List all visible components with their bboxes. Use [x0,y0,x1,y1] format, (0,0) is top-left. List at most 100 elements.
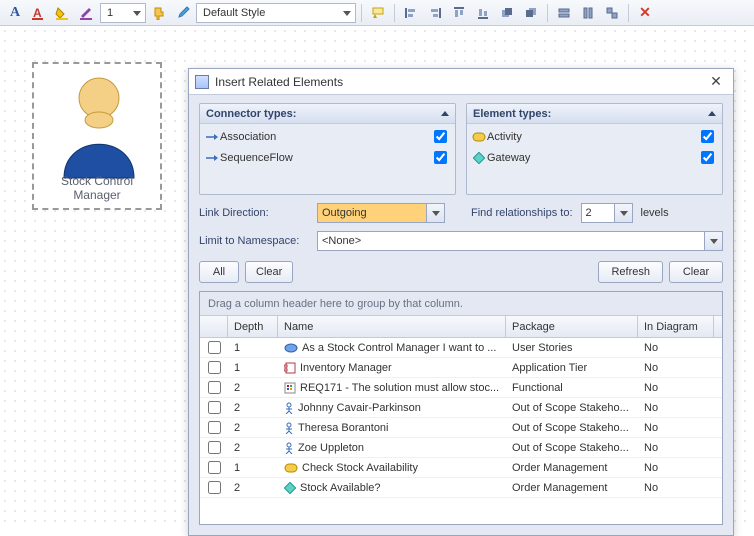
font-settings-button[interactable]: A [4,3,26,23]
svg-text:A: A [33,6,42,20]
row-checkbox[interactable] [208,461,221,474]
col-package[interactable]: Package [506,316,638,337]
row-icon [284,402,294,414]
same-height-button[interactable] [577,3,599,23]
close-icon[interactable]: ✕ [705,73,727,91]
table-row[interactable]: 2Theresa BorantoniOut of Scope Stakeho..… [200,418,722,438]
clear-button[interactable]: Clear [669,261,723,283]
levels-select[interactable]: 2 [581,203,633,223]
line-weight-selector[interactable]: 1 [100,3,146,23]
row-checkbox[interactable] [208,481,221,494]
row-checkbox[interactable] [208,381,221,394]
connector-checkbox[interactable] [434,130,447,143]
highlighter-button[interactable] [367,3,389,23]
clear-selection-button[interactable]: Clear [245,261,293,283]
row-icon [284,463,298,473]
same-size-button[interactable] [601,3,623,23]
connector-type-row[interactable]: Association [204,127,451,146]
send-back-button[interactable] [520,3,542,23]
row-in-diagram: No [638,422,714,434]
row-name: Check Stock Availability [278,462,506,474]
table-row[interactable]: 2Stock Available?Order ManagementNo [200,478,722,498]
bring-front-button[interactable] [496,3,518,23]
row-checkbox[interactable] [208,341,221,354]
connector-panel-title: Connector types: [206,108,296,120]
levels-value: 2 [586,207,592,219]
line-color-button[interactable] [76,3,98,23]
row-depth: 2 [228,482,278,494]
row-icon [284,422,294,434]
element-checkbox[interactable] [701,130,714,143]
format-painter-button[interactable] [148,3,170,23]
connector-types-panel: Connector types: Association SequenceFlow [199,103,456,195]
row-in-diagram: No [638,462,714,474]
namespace-value: <None> [322,235,361,247]
row-package: Out of Scope Stakeho... [506,402,638,414]
row-depth: 2 [228,402,278,414]
namespace-label: Limit to Namespace: [199,235,309,247]
eyedropper-button[interactable] [172,3,194,23]
col-in-diagram[interactable]: In Diagram [638,316,714,337]
row-checkbox[interactable] [208,441,221,454]
row-name: As a Stock Control Manager I want to ... [278,342,506,354]
row-package: User Stories [506,342,638,354]
font-color-button[interactable]: A [28,3,50,23]
actor-name-line1: Stock Control [34,174,160,188]
dialog-title: Insert Related Elements [215,75,699,89]
chevron-up-icon[interactable] [708,111,716,116]
levels-suffix: levels [641,207,669,219]
actor-element[interactable]: Stock Control Manager [32,62,162,210]
align-top-button[interactable] [448,3,470,23]
row-checkbox[interactable] [208,421,221,434]
same-width-button[interactable] [553,3,575,23]
row-in-diagram: No [638,482,714,494]
group-bar[interactable]: Drag a column header here to group by th… [200,292,722,316]
row-checkbox-cell [200,398,228,417]
col-checkbox[interactable] [200,316,228,337]
chevron-down-icon [704,232,722,250]
delete-button[interactable]: ✕ [634,3,656,23]
element-types-panel: Element types: Activity Gateway [466,103,723,195]
col-name[interactable]: Name [278,316,506,337]
row-package: Out of Scope Stakeho... [506,422,638,434]
row-in-diagram: No [638,402,714,414]
row-checkbox-cell [200,418,228,437]
align-left-button[interactable] [400,3,422,23]
element-icon [471,152,487,164]
connector-icon [204,132,220,142]
element-label: Activity [487,131,701,143]
style-selector[interactable]: Default Style [196,3,356,23]
namespace-select[interactable]: <None> [317,231,723,251]
row-package: Out of Scope Stakeho... [506,442,638,454]
link-direction-select[interactable]: Outgoing [317,203,445,223]
align-bottom-button[interactable] [472,3,494,23]
table-row[interactable]: 2Zoe UppletonOut of Scope Stakeho...No [200,438,722,458]
table-row[interactable]: 1Inventory ManagerApplication TierNo [200,358,722,378]
table-row[interactable]: 1As a Stock Control Manager I want to ..… [200,338,722,358]
align-right-button[interactable] [424,3,446,23]
table-row[interactable]: 2Johnny Cavair-ParkinsonOut of Scope Sta… [200,398,722,418]
table-row[interactable]: 2REQ171 - The solution must allow stoc..… [200,378,722,398]
row-name: REQ171 - The solution must allow stoc... [278,382,506,394]
row-checkbox[interactable] [208,401,221,414]
element-type-row[interactable]: Gateway [471,148,718,167]
row-checkbox-cell [200,458,228,477]
connector-checkbox[interactable] [434,151,447,164]
row-checkbox[interactable] [208,361,221,374]
col-depth[interactable]: Depth [228,316,278,337]
table-row[interactable]: 1Check Stock AvailabilityOrder Managemen… [200,458,722,478]
refresh-button[interactable]: Refresh [598,261,663,283]
row-in-diagram: No [638,362,714,374]
chevron-up-icon[interactable] [441,111,449,116]
fill-color-button[interactable] [52,3,74,23]
all-button[interactable]: All [199,261,239,283]
chevron-down-icon [614,204,632,222]
row-icon [284,343,298,353]
connector-type-row[interactable]: SequenceFlow [204,148,451,167]
element-type-row[interactable]: Activity [471,127,718,146]
row-icon [284,442,294,454]
row-icon [284,482,296,494]
element-checkbox[interactable] [701,151,714,164]
element-panel-title: Element types: [473,108,551,120]
row-checkbox-cell [200,338,228,357]
